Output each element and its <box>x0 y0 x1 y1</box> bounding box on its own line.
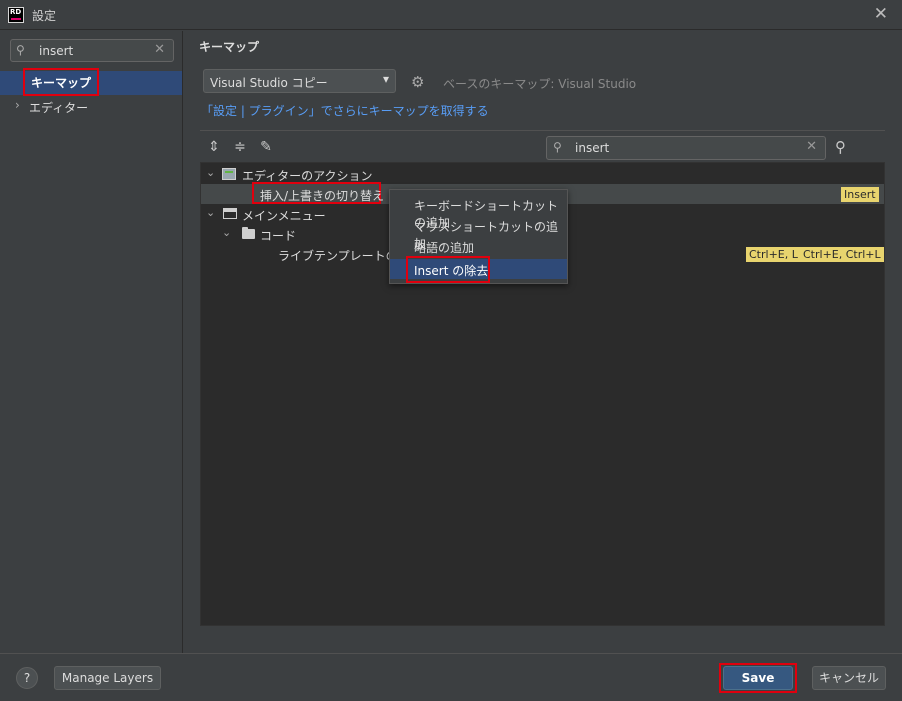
sidebar-item-label: キーマップ <box>23 68 100 96</box>
help-button[interactable]: ? <box>16 667 38 689</box>
tree-row-label: 挿入/上書きの切り替え <box>260 189 385 203</box>
settings-search-input[interactable]: ⚲ insert ✕ <box>10 39 174 62</box>
save-button[interactable]: Save <box>723 666 793 690</box>
search-icon: ⚲ <box>553 140 562 154</box>
settings-sidebar: ⚲ insert ✕ キーマップ › エディター <box>0 31 183 653</box>
menu-item-remove-insert[interactable]: Insert の除去 <box>390 256 567 283</box>
collapse-all-icon[interactable]: ≑ <box>231 139 249 157</box>
dropdown-arrow-icon: ▾ <box>382 72 389 86</box>
get-more-keymaps-link[interactable]: 「設定 | プラグイン」でさらにキーマップを取得する <box>201 102 489 119</box>
tree-row-editor-actions[interactable]: ⌄ エディターのアクション <box>201 164 884 184</box>
cancel-button[interactable]: キャンセル <box>812 666 886 690</box>
chevron-down-icon[interactable]: ⌄ <box>206 206 215 219</box>
tree-row-label: メインメニュー <box>242 209 326 223</box>
window-title: 設定 <box>32 9 57 23</box>
manage-layers-button[interactable]: Manage Layers <box>54 666 161 690</box>
gear-icon[interactable]: ⚙ <box>411 73 424 91</box>
shortcut-badge: Ctrl+E, L <box>746 247 801 262</box>
edit-icon[interactable]: ✎ <box>257 139 275 157</box>
sidebar-item-editor[interactable]: › エディター <box>0 96 183 118</box>
title-bar: RD 設定 ✕ <box>0 0 902 30</box>
menu-item-label: 略語の追加 <box>414 241 475 255</box>
chevron-right-icon[interactable]: › <box>15 98 20 112</box>
rider-logo-icon: RD <box>8 7 24 23</box>
keymap-select-value: Visual Studio コピー <box>210 76 328 90</box>
tree-row-label: コード <box>260 229 297 243</box>
menu-item-label: Insert の除去 <box>414 264 489 278</box>
dialog-footer: ? Manage Layers Save キャンセル <box>0 653 902 701</box>
shortcut-badge: Insert <box>841 187 879 202</box>
base-keymap-label: ベースのキーマップ: Visual Studio <box>443 77 637 91</box>
keymap-panel: キーマップ Visual Studio コピー ▾ ⚙ ベースのキーマップ: V… <box>183 31 902 653</box>
settings-search-value: insert <box>39 44 74 58</box>
chevron-down-icon[interactable]: ⌄ <box>222 226 231 239</box>
menu-item-add-mouse-shortcut[interactable]: マウスショートカットの追加 <box>390 215 567 251</box>
keymap-select[interactable]: Visual Studio コピー ▾ <box>203 69 396 93</box>
context-menu: キーボードショートカットの追加 マウスショートカットの追加 略語の追加 Inse… <box>389 189 568 284</box>
find-by-shortcut-icon[interactable]: ⚲ <box>835 138 846 156</box>
close-icon[interactable]: ✕ <box>874 4 888 24</box>
sidebar-item-label: エディター <box>29 101 89 115</box>
expand-all-icon[interactable]: ⇕ <box>205 139 223 157</box>
page-title: キーマップ <box>199 40 260 54</box>
menu-icon <box>223 208 237 219</box>
chevron-down-icon[interactable]: ⌄ <box>206 166 215 179</box>
keymap-search-input[interactable]: ⚲ insert ✕ <box>546 136 826 160</box>
menu-item-add-keyboard-shortcut[interactable]: キーボードショートカットの追加 <box>390 194 567 230</box>
menu-item-add-abbreviation[interactable]: 略語の追加 <box>390 236 567 256</box>
keymap-search-value: insert <box>575 141 610 155</box>
editor-actions-icon <box>222 168 236 180</box>
clear-search-icon[interactable]: ✕ <box>154 42 165 57</box>
clear-search-icon[interactable]: ✕ <box>806 139 817 154</box>
shortcut-badge: Ctrl+E, Ctrl+L <box>800 247 884 262</box>
sidebar-item-keymap[interactable]: キーマップ <box>0 68 183 96</box>
search-icon: ⚲ <box>16 43 25 57</box>
folder-icon <box>242 227 255 239</box>
